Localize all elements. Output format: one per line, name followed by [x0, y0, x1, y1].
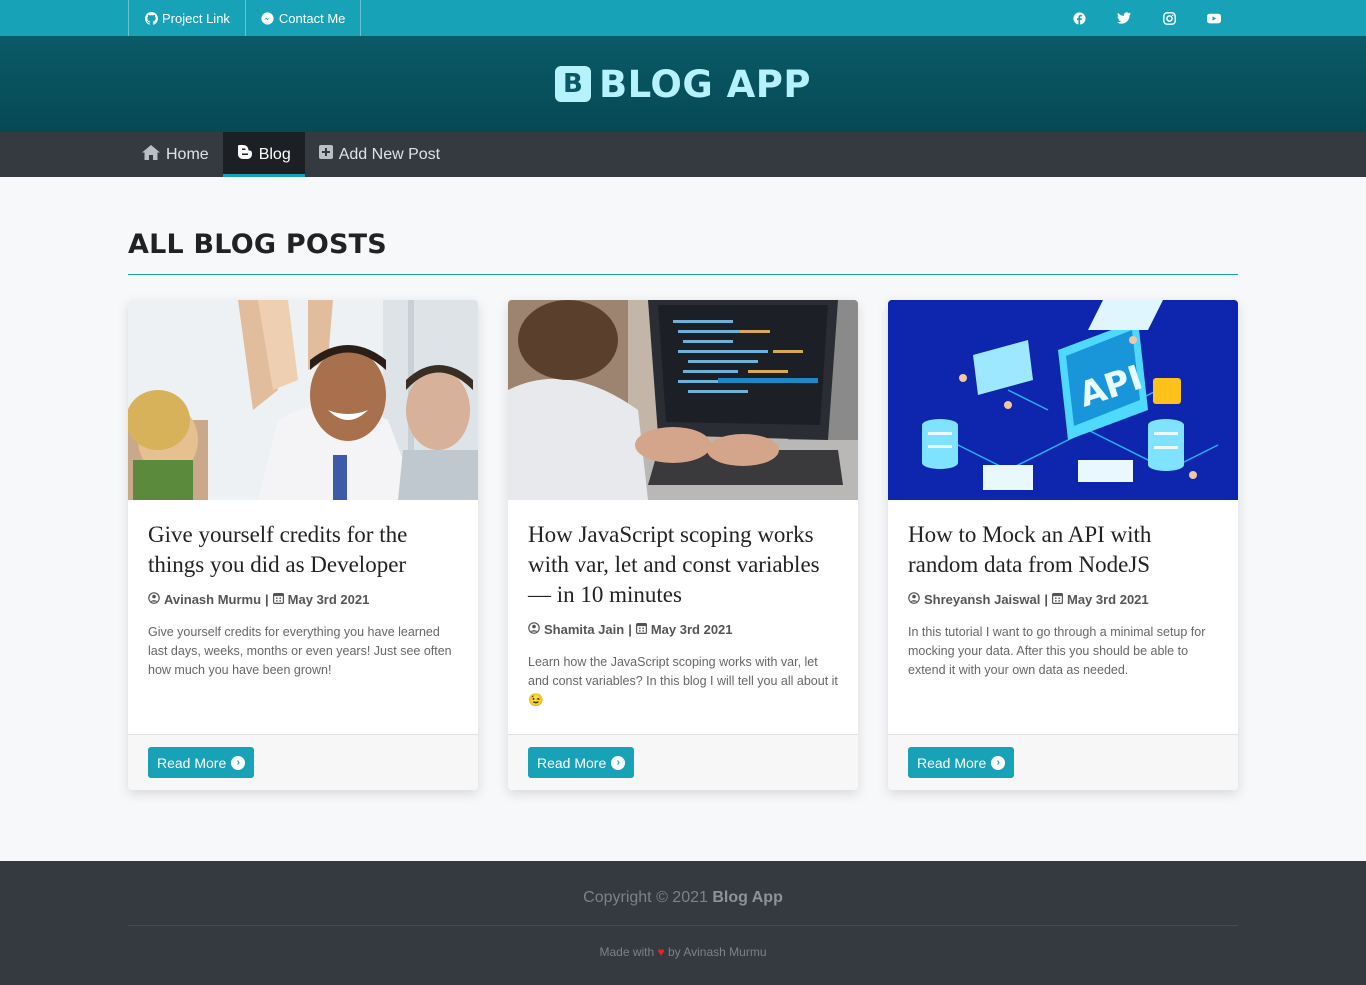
- chevron-right-icon: ›: [231, 755, 246, 770]
- meta-separator: |: [1044, 592, 1048, 607]
- youtube-icon[interactable]: [1207, 11, 1221, 25]
- title-divider: [128, 274, 1238, 275]
- chevron-right-icon: ›: [991, 755, 1006, 770]
- post-meta: Avinash Murmu | May 3rd 2021: [148, 592, 458, 607]
- nav-item-label: Blog: [258, 145, 291, 163]
- read-more-button[interactable]: Read More ›: [908, 747, 1015, 778]
- instagram-icon[interactable]: [1162, 11, 1176, 25]
- post-image-laptop-coding[interactable]: [508, 300, 858, 500]
- site-footer: Copyright © 2021 Blog App Made with ♥ by…: [0, 861, 1366, 985]
- heart-icon: ♥: [657, 945, 665, 959]
- copyright-text: Copyright © 2021: [583, 889, 708, 906]
- post-image-team-high-five[interactable]: [128, 300, 478, 500]
- post-date: May 3rd 2021: [650, 622, 733, 637]
- post-title[interactable]: Give yourself credits for the things you…: [148, 520, 458, 580]
- nav-item-label: Add New Post: [338, 145, 441, 163]
- post-meta: Shamita Jain | May 3rd 2021: [528, 622, 838, 637]
- main-nav: Home Blog Add New Post: [0, 132, 1366, 177]
- github-icon: [144, 11, 158, 25]
- twitter-icon[interactable]: [1117, 11, 1131, 25]
- made-with-author: by Avinash Murmu: [668, 945, 767, 959]
- post-card: Give yourself credits for the things you…: [128, 300, 478, 790]
- calendar-icon: [272, 592, 284, 607]
- post-excerpt: Learn how the JavaScript scoping works w…: [528, 655, 838, 707]
- nav-item-home[interactable]: Home: [128, 132, 223, 177]
- topbar: Project Link Contact Me: [0, 0, 1366, 36]
- topbar-links: Project Link Contact Me: [128, 0, 362, 36]
- read-more-label: Read More: [537, 754, 607, 771]
- post-excerpt: Give yourself credits for everything you…: [148, 625, 452, 677]
- brand[interactable]: B BLOG APP: [554, 62, 812, 106]
- post-card: How JavaScript scoping works with var, l…: [508, 300, 858, 790]
- brand-title: BLOG APP: [598, 62, 812, 106]
- read-more-button[interactable]: Read More ›: [528, 747, 635, 778]
- main-content: ALL BLOG POSTS Give yourself credits for…: [0, 177, 1366, 861]
- user-circle-icon: [908, 592, 920, 607]
- user-circle-icon: [148, 592, 160, 607]
- contact-link-label: Contact Me: [278, 10, 346, 26]
- post-excerpt: In this tutorial I want to go through a …: [908, 625, 1206, 677]
- post-author: Avinash Murmu: [164, 592, 262, 607]
- post-title[interactable]: How to Mock an API with random data from…: [908, 520, 1218, 580]
- copyright: Copyright © 2021 Blog App: [128, 861, 1238, 907]
- made-with-prefix: Made with: [599, 945, 655, 959]
- page-title: ALL BLOG POSTS: [128, 229, 387, 260]
- copyright-brand: Blog App: [712, 889, 783, 906]
- project-link[interactable]: Project Link: [128, 0, 245, 36]
- user-circle-icon: [528, 622, 540, 637]
- read-more-label: Read More: [157, 754, 227, 771]
- post-footer: Read More ›: [128, 734, 478, 790]
- nav-item-blog[interactable]: Blog: [222, 132, 305, 177]
- read-more-button[interactable]: Read More ›: [148, 747, 255, 778]
- social-links: [1072, 0, 1238, 36]
- post-footer: Read More ›: [888, 734, 1238, 790]
- nav-item-label: Home: [166, 145, 209, 163]
- chevron-right-icon: ›: [611, 755, 626, 770]
- plus-square-icon: [318, 145, 333, 164]
- calendar-icon: [635, 622, 647, 637]
- meta-separator: |: [265, 592, 269, 607]
- post-author: Shamita Jain: [544, 622, 625, 637]
- post-image-api-illustration[interactable]: API: [888, 300, 1238, 500]
- brand-logo-icon: B: [554, 66, 591, 102]
- project-link-label: Project Link: [162, 10, 230, 26]
- post-meta: Shreyansh Jaiswal | May 3rd 2021: [908, 592, 1218, 607]
- blogger-icon: [237, 144, 253, 165]
- footer-divider: [128, 925, 1238, 926]
- contact-link[interactable]: Contact Me: [244, 0, 362, 36]
- post-body: How JavaScript scoping works with var, l…: [508, 500, 858, 734]
- facebook-icon[interactable]: [1072, 11, 1086, 25]
- read-more-label: Read More: [917, 754, 987, 771]
- post-title[interactable]: How JavaScript scoping works with var, l…: [528, 520, 838, 610]
- nav-item-add-post[interactable]: Add New Post: [305, 132, 454, 177]
- post-body: How to Mock an API with random data from…: [888, 500, 1238, 734]
- post-card: API How to Mock an API with random data …: [888, 300, 1238, 790]
- post-date: May 3rd 2021: [287, 592, 370, 607]
- home-icon: [142, 144, 160, 165]
- meta-separator: |: [628, 622, 632, 637]
- post-author: Shreyansh Jaiswal: [924, 592, 1041, 607]
- post-footer: Read More ›: [508, 734, 858, 790]
- messenger-icon: [261, 11, 275, 25]
- post-body: Give yourself credits for the things you…: [128, 500, 478, 734]
- post-list: Give yourself credits for the things you…: [128, 300, 1238, 790]
- post-date: May 3rd 2021: [1066, 592, 1149, 607]
- site-header: B BLOG APP: [0, 36, 1366, 132]
- made-with: Made with ♥ by Avinash Murmu: [128, 945, 1238, 959]
- calendar-icon: [1051, 592, 1063, 607]
